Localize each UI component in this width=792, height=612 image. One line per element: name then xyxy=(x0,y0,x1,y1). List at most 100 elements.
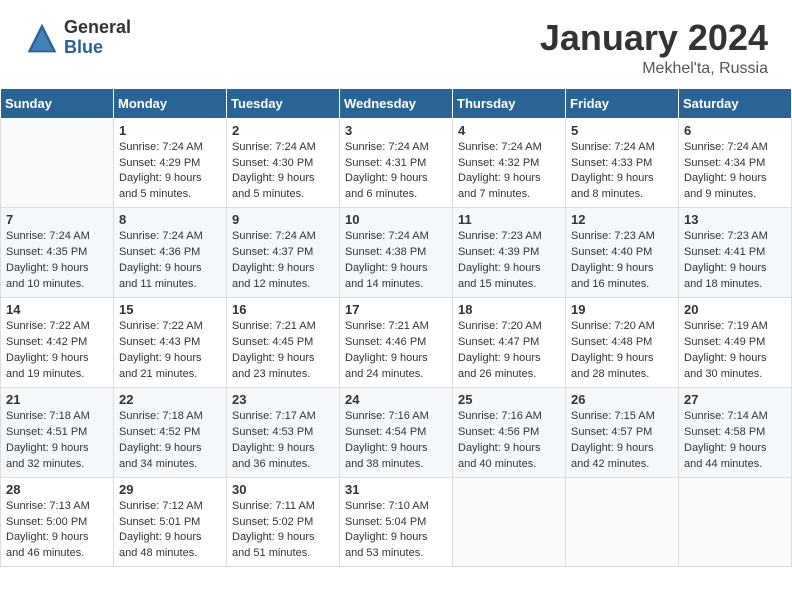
day-cell: 10 Sunrise: 7:24 AMSunset: 4:38 PMDayligh… xyxy=(340,208,453,298)
day-info: Sunrise: 7:12 AMSunset: 5:01 PMDaylight:… xyxy=(119,499,221,563)
col-saturday: Saturday xyxy=(679,88,792,118)
week-row-5: 28 Sunrise: 7:13 AMSunset: 5:00 PMDayligh… xyxy=(1,477,792,567)
day-number: 16 xyxy=(232,302,334,317)
day-info: Sunrise: 7:24 AMSunset: 4:35 PMDaylight:… xyxy=(6,229,108,293)
day-number: 14 xyxy=(6,302,108,317)
day-cell: 31 Sunrise: 7:10 AMSunset: 5:04 PMDayligh… xyxy=(340,477,453,567)
day-cell xyxy=(679,477,792,567)
day-cell: 12 Sunrise: 7:23 AMSunset: 4:40 PMDayligh… xyxy=(566,208,679,298)
day-number: 15 xyxy=(119,302,221,317)
day-number: 4 xyxy=(458,123,560,138)
day-info: Sunrise: 7:22 AMSunset: 4:42 PMDaylight:… xyxy=(6,319,108,383)
day-info: Sunrise: 7:24 AMSunset: 4:33 PMDaylight:… xyxy=(571,140,673,204)
day-cell xyxy=(453,477,566,567)
day-cell: 21Sunrise: 7:18 AMSunset: 4:51 PMDayligh… xyxy=(1,387,114,477)
col-sunday: Sunday xyxy=(1,88,114,118)
day-number: 29 xyxy=(119,482,221,497)
day-info: Sunrise: 7:18 AMSunset: 4:52 PMDaylight:… xyxy=(119,409,221,473)
day-number: 7 xyxy=(6,212,108,227)
day-info: Sunrise: 7:23 AMSunset: 4:40 PMDaylight:… xyxy=(571,229,673,293)
col-friday: Friday xyxy=(566,88,679,118)
day-info: Sunrise: 7:24 AMSunset: 4:30 PMDaylight:… xyxy=(232,140,334,204)
day-info: Sunrise: 7:21 AMSunset: 4:46 PMDaylight:… xyxy=(345,319,447,383)
day-number: 20 xyxy=(684,302,786,317)
day-cell: 9Sunrise: 7:24 AMSunset: 4:37 PMDaylight… xyxy=(227,208,340,298)
day-info: Sunrise: 7:24 AMSunset: 4:38 PMDaylight:… xyxy=(345,229,447,293)
day-info: Sunrise: 7:10 AMSunset: 5:04 PMDaylight:… xyxy=(345,499,447,563)
day-cell: 20 Sunrise: 7:19 AMSunset: 4:49 PMDayligh… xyxy=(679,298,792,388)
day-info: Sunrise: 7:24 AMSunset: 4:37 PMDaylight:… xyxy=(232,229,334,293)
week-row-2: 7 Sunrise: 7:24 AMSunset: 4:35 PMDaylight… xyxy=(1,208,792,298)
day-info: Sunrise: 7:17 AMSunset: 4:53 PMDaylight:… xyxy=(232,409,334,473)
day-cell: 7 Sunrise: 7:24 AMSunset: 4:35 PMDaylight… xyxy=(1,208,114,298)
day-cell: 23 Sunrise: 7:17 AMSunset: 4:53 PMDayligh… xyxy=(227,387,340,477)
day-number: 24 xyxy=(345,392,447,407)
day-info: Sunrise: 7:20 AMSunset: 4:47 PMDaylight:… xyxy=(458,319,560,383)
day-number: 13 xyxy=(684,212,786,227)
day-number: 11 xyxy=(458,212,560,227)
day-number: 25 xyxy=(458,392,560,407)
day-number: 21 xyxy=(6,392,108,407)
day-info: Sunrise: 7:24 AMSunset: 4:29 PMDaylight:… xyxy=(119,140,221,204)
day-info: Sunrise: 7:19 AMSunset: 4:49 PMDaylight:… xyxy=(684,319,786,383)
day-number: 18 xyxy=(458,302,560,317)
day-number: 23 xyxy=(232,392,334,407)
day-info: Sunrise: 7:16 AMSunset: 4:56 PMDaylight:… xyxy=(458,409,560,473)
day-cell: 17 Sunrise: 7:21 AMSunset: 4:46 PMDayligh… xyxy=(340,298,453,388)
day-cell: 14 Sunrise: 7:22 AMSunset: 4:42 PMDayligh… xyxy=(1,298,114,388)
day-number: 22 xyxy=(119,392,221,407)
day-info: Sunrise: 7:23 AMSunset: 4:39 PMDaylight:… xyxy=(458,229,560,293)
week-row-3: 14 Sunrise: 7:22 AMSunset: 4:42 PMDayligh… xyxy=(1,298,792,388)
logo-blue: Blue xyxy=(64,38,131,58)
day-cell: 22 Sunrise: 7:18 AMSunset: 4:52 PMDayligh… xyxy=(114,387,227,477)
day-info: Sunrise: 7:16 AMSunset: 4:54 PMDaylight:… xyxy=(345,409,447,473)
title-block: January 2024 Mekhel'ta, Russia xyxy=(540,18,768,78)
day-number: 19 xyxy=(571,302,673,317)
day-info: Sunrise: 7:23 AMSunset: 4:41 PMDaylight:… xyxy=(684,229,786,293)
day-cell: 5 Sunrise: 7:24 AMSunset: 4:33 PMDaylight… xyxy=(566,118,679,208)
day-info: Sunrise: 7:20 AMSunset: 4:48 PMDaylight:… xyxy=(571,319,673,383)
day-info: Sunrise: 7:24 AMSunset: 4:31 PMDaylight:… xyxy=(345,140,447,204)
week-row-1: 1 Sunrise: 7:24 AMSunset: 4:29 PMDaylight… xyxy=(1,118,792,208)
day-cell: 13 Sunrise: 7:23 AMSunset: 4:41 PMDayligh… xyxy=(679,208,792,298)
day-number: 30 xyxy=(232,482,334,497)
day-cell: 15 Sunrise: 7:22 AMSunset: 4:43 PMDayligh… xyxy=(114,298,227,388)
day-info: Sunrise: 7:24 AMSunset: 4:34 PMDaylight:… xyxy=(684,140,786,204)
day-cell: 3 Sunrise: 7:24 AMSunset: 4:31 PMDaylight… xyxy=(340,118,453,208)
day-info: Sunrise: 7:15 AMSunset: 4:57 PMDaylight:… xyxy=(571,409,673,473)
day-info: Sunrise: 7:21 AMSunset: 4:45 PMDaylight:… xyxy=(232,319,334,383)
day-cell: 11 Sunrise: 7:23 AMSunset: 4:39 PMDayligh… xyxy=(453,208,566,298)
logo-general: General xyxy=(64,18,131,38)
day-info: Sunrise: 7:13 AMSunset: 5:00 PMDaylight:… xyxy=(6,499,108,563)
col-thursday: Thursday xyxy=(453,88,566,118)
day-number: 1 xyxy=(119,123,221,138)
month-title: January 2024 xyxy=(540,18,768,58)
calendar-table: Sunday Monday Tuesday Wednesday Thursday… xyxy=(0,88,792,568)
day-number: 10 xyxy=(345,212,447,227)
day-cell: 26Sunrise: 7:15 AMSunset: 4:57 PMDayligh… xyxy=(566,387,679,477)
col-tuesday: Tuesday xyxy=(227,88,340,118)
day-info: Sunrise: 7:24 AMSunset: 4:32 PMDaylight:… xyxy=(458,140,560,204)
day-number: 8 xyxy=(119,212,221,227)
day-number: 31 xyxy=(345,482,447,497)
day-cell: 1 Sunrise: 7:24 AMSunset: 4:29 PMDaylight… xyxy=(114,118,227,208)
day-number: 17 xyxy=(345,302,447,317)
day-number: 3 xyxy=(345,123,447,138)
day-cell: 30Sunrise: 7:11 AMSunset: 5:02 PMDayligh… xyxy=(227,477,340,567)
day-number: 12 xyxy=(571,212,673,227)
day-cell xyxy=(1,118,114,208)
day-cell: 16 Sunrise: 7:21 AMSunset: 4:45 PMDayligh… xyxy=(227,298,340,388)
day-number: 28 xyxy=(6,482,108,497)
day-number: 2 xyxy=(232,123,334,138)
day-info: Sunrise: 7:22 AMSunset: 4:43 PMDaylight:… xyxy=(119,319,221,383)
day-cell: 29 Sunrise: 7:12 AMSunset: 5:01 PMDayligh… xyxy=(114,477,227,567)
day-number: 27 xyxy=(684,392,786,407)
day-cell: 25 Sunrise: 7:16 AMSunset: 4:56 PMDayligh… xyxy=(453,387,566,477)
day-cell: 6Sunrise: 7:24 AMSunset: 4:34 PMDaylight… xyxy=(679,118,792,208)
weekday-header-row: Sunday Monday Tuesday Wednesday Thursday… xyxy=(1,88,792,118)
col-monday: Monday xyxy=(114,88,227,118)
day-number: 5 xyxy=(571,123,673,138)
day-cell: 24 Sunrise: 7:16 AMSunset: 4:54 PMDayligh… xyxy=(340,387,453,477)
day-cell: 27Sunrise: 7:14 AMSunset: 4:58 PMDayligh… xyxy=(679,387,792,477)
week-row-4: 21Sunrise: 7:18 AMSunset: 4:51 PMDayligh… xyxy=(1,387,792,477)
